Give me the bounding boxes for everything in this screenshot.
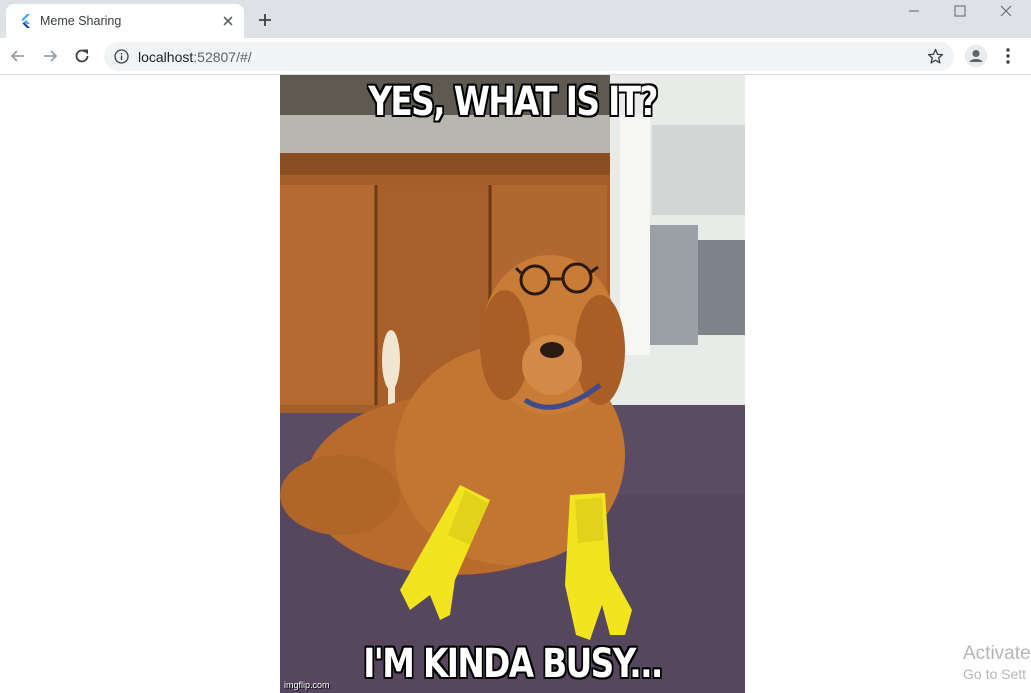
maximize-icon[interactable] — [937, 0, 983, 24]
meme-image[interactable]: YES, WHAT IS IT? I'M KINDA BUSY... imgfl… — [280, 75, 745, 693]
new-tab-icon[interactable] — [256, 11, 274, 29]
meme-top-caption: YES, WHAT IS IT? — [368, 79, 658, 125]
imgflip-watermark: imgflip.com — [284, 680, 330, 690]
minimize-icon[interactable] — [891, 0, 937, 24]
address-bar[interactable]: localhost:52807/#/ — [104, 42, 954, 71]
browser-toolbar: localhost:52807/#/ — [0, 38, 1031, 75]
meme-photo — [280, 75, 745, 693]
activate-subtitle: Go to Sett — [963, 666, 1027, 682]
back-arrow-icon[interactable] — [8, 46, 28, 66]
tab-title: Meme Sharing — [40, 14, 122, 28]
window-close-icon[interactable] — [983, 0, 1029, 24]
bookmark-star-icon[interactable] — [927, 48, 944, 65]
tab-meme-sharing[interactable]: Meme Sharing — [6, 4, 244, 38]
activate-windows-watermark: Activate Go to Sett — [963, 643, 1031, 683]
profile-avatar-icon[interactable] — [965, 45, 987, 67]
close-tab-icon[interactable] — [220, 13, 236, 29]
reload-icon[interactable] — [72, 46, 92, 66]
forward-arrow-icon[interactable] — [40, 46, 60, 66]
url-text[interactable]: localhost:52807/#/ — [138, 49, 252, 65]
meme-bottom-caption: I'M KINDA BUSY... — [363, 641, 663, 687]
info-icon[interactable] — [114, 49, 129, 64]
url-host: localhost — [138, 49, 194, 65]
kebab-menu-icon[interactable] — [1000, 47, 1016, 65]
flutter-logo-icon — [18, 13, 34, 29]
url-path: :52807/#/ — [193, 49, 252, 65]
activate-title: Activate — [963, 643, 1031, 664]
tab-strip: Meme Sharing — [0, 0, 1031, 38]
page-viewport: YES, WHAT IS IT? I'M KINDA BUSY... imgfl… — [0, 75, 1031, 693]
